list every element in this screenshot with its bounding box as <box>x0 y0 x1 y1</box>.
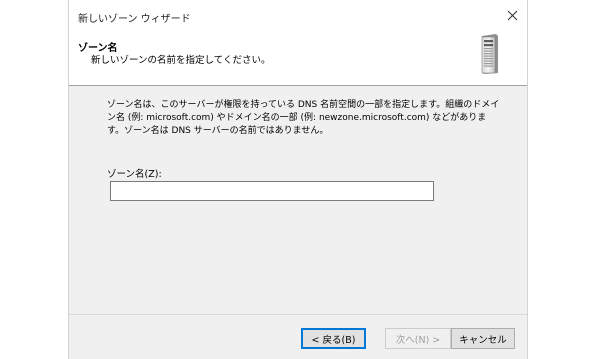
title-bar: 新しいゾーン ウィザード <box>69 0 527 30</box>
page-subtitle: 新しいゾーンの名前を指定してください。 <box>91 55 271 66</box>
wizard-header: ゾーン名 新しいゾーンの名前を指定してください。 <box>69 30 527 86</box>
zone-name-label: ゾーン名(Z): <box>107 169 162 180</box>
zone-name-input[interactable] <box>110 181 434 201</box>
cancel-button[interactable]: キャンセル <box>451 328 515 349</box>
close-button[interactable] <box>499 4 525 26</box>
button-separator <box>69 314 527 315</box>
new-zone-wizard-dialog: 新しいゾーン ウィザード ゾーン名 新しいゾーンの名前を指定してください。 ゾー… <box>68 0 528 359</box>
back-button[interactable]: < 戻る(B) <box>301 328 366 349</box>
next-button[interactable]: 次へ(N) > <box>385 328 451 349</box>
close-icon <box>507 10 517 20</box>
server-tower-icon <box>481 34 498 74</box>
zone-name-description: ゾーン名は、このサーバーが権限を持っている DNS 名前空間の一部を指定します。… <box>107 100 500 136</box>
window-title: 新しいゾーン ウィザード <box>78 14 191 25</box>
